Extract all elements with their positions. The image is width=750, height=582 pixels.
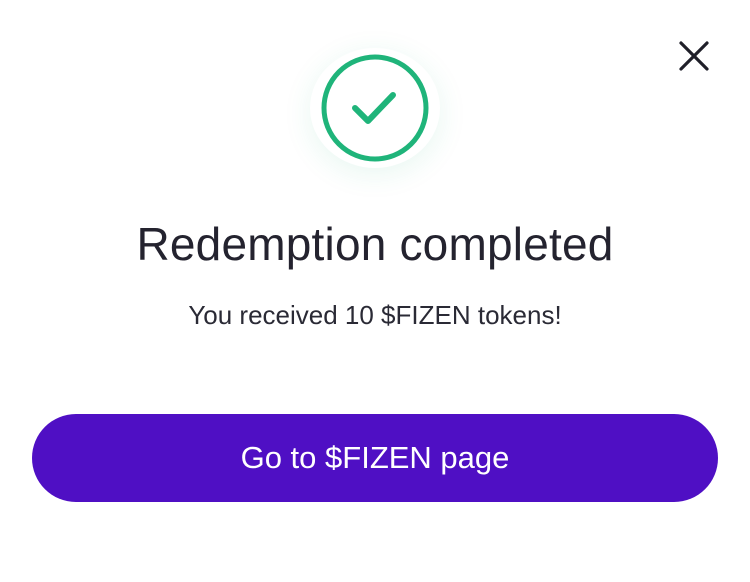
redemption-dialog: Redemption completed You received 10 $FI…: [0, 0, 750, 582]
dialog-title: Redemption completed: [136, 218, 614, 270]
go-to-fizen-page-button[interactable]: Go to $FIZEN page: [32, 414, 718, 502]
close-icon[interactable]: [674, 36, 714, 76]
close-button[interactable]: [674, 36, 714, 76]
dialog-message: You received 10 $FIZEN tokens!: [188, 300, 562, 330]
success-indicator: [310, 48, 440, 168]
checkmark-circle-icon: [321, 54, 429, 162]
